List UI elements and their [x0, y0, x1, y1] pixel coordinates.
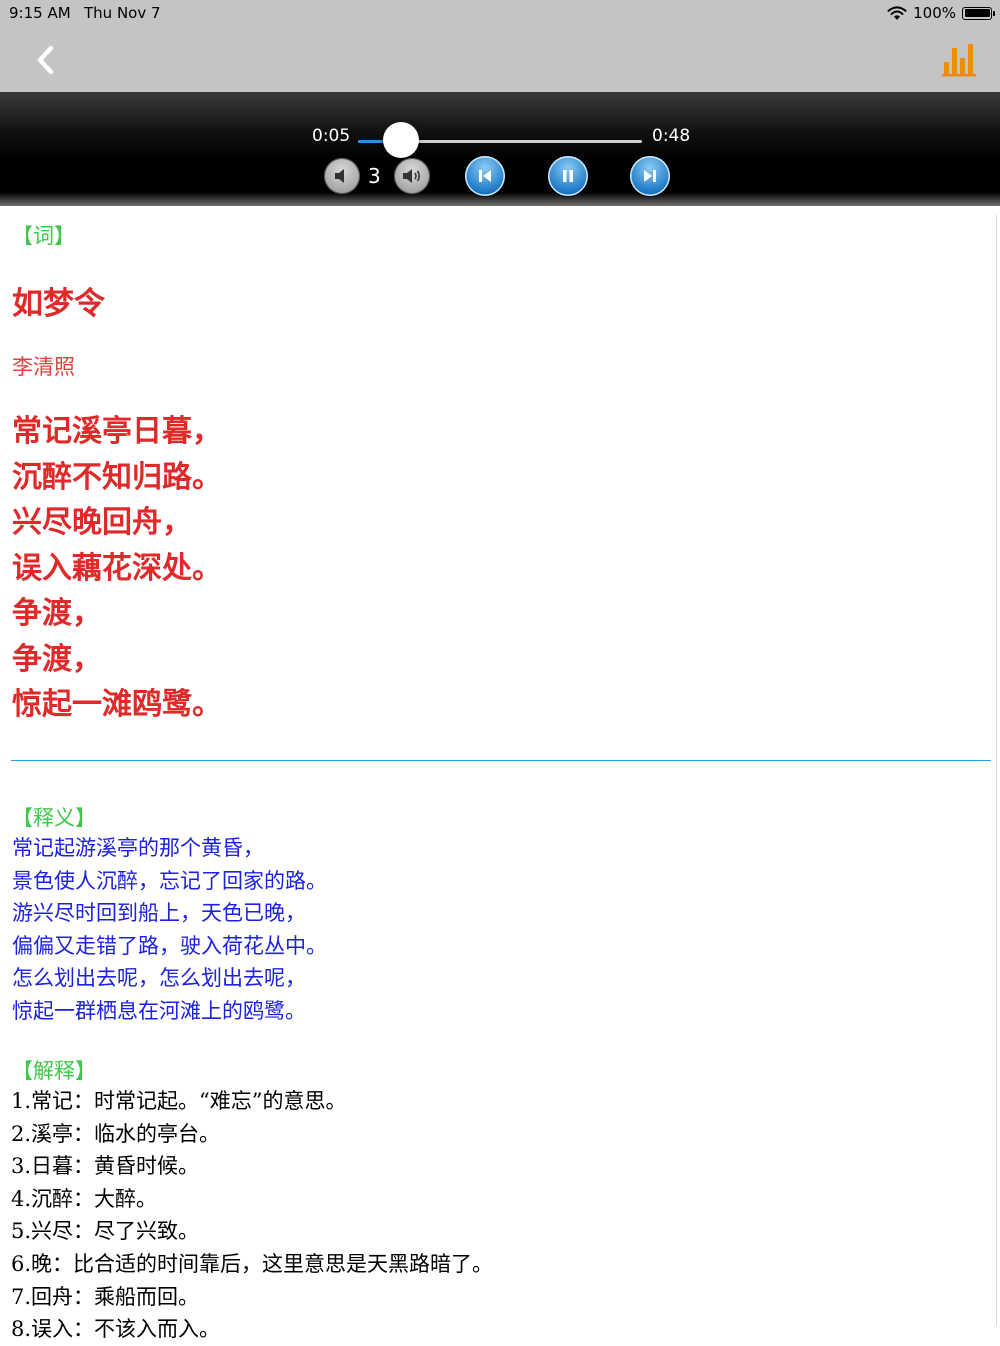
- chevron-left-icon: [37, 45, 54, 75]
- translation-line: 怎么划出去呢，怎么划出去呢，: [12, 966, 306, 991]
- pause-button[interactable]: [548, 156, 588, 196]
- translation-line: 景色使人沉醉，忘记了回家的路。: [12, 868, 327, 893]
- note-line: 7.回舟：乘船而回。: [11, 1284, 200, 1309]
- poem-author: 李清照: [12, 355, 75, 379]
- progress-slider-thumb[interactable]: [382, 122, 419, 158]
- note-line: 2.溪亭：临水的亭台。: [11, 1121, 221, 1146]
- translation-lines: 常记起游溪亭的那个黄昏， 景色使人沉醉，忘记了回家的路。 游兴尽时回到船上，天色…: [12, 832, 327, 1028]
- note-line: 6.晚：比合适的时间靠后，这里意思是天黑路暗了。: [11, 1251, 494, 1276]
- translation-section-label: 【释义】: [12, 806, 96, 830]
- stats-button[interactable]: [942, 40, 976, 78]
- poem-line: 误入藕花深处。: [12, 550, 222, 586]
- poem-lines: 常记溪亭日暮， 沉醉不知归路。 兴尽晚回舟， 误入藕花深处。 争渡， 争渡， 惊…: [12, 409, 222, 728]
- note-line: 1.常记：时常记起。“难忘”的意思。: [11, 1089, 347, 1113]
- notes-lines: 1.常记：时常记起。“难忘”的意思。 2.溪亭：临水的亭台。 3.日暮：黄昏时候…: [11, 1085, 493, 1346]
- translation-line: 偏偏又走错了路，驶入荷花丛中。: [12, 933, 327, 958]
- status-date: Thu Nov 7: [84, 4, 161, 22]
- note-line: 8.误入：不该入而入。: [11, 1317, 221, 1342]
- pause-icon: [563, 170, 573, 182]
- poem-line: 沉醉不知归路。: [12, 459, 222, 495]
- wifi-icon: [887, 5, 907, 20]
- battery-icon: [962, 6, 995, 20]
- poem-section-label: 【词】: [12, 224, 75, 248]
- poem-line: 争渡，: [12, 641, 102, 677]
- section-divider: [11, 760, 991, 761]
- total-time: 0:48: [652, 126, 691, 146]
- poem-line: 兴尽晚回舟，: [12, 505, 192, 540]
- skip-previous-icon: [479, 170, 491, 182]
- note-line: 4.沉醉：大醉。: [11, 1186, 158, 1211]
- volume-up-button[interactable]: [394, 158, 430, 194]
- skip-next-icon: [644, 170, 656, 182]
- battery-percent: 100%: [913, 4, 956, 22]
- previous-button[interactable]: [465, 156, 505, 196]
- translation-line: 常记起游溪亭的那个黄昏，: [12, 836, 264, 860]
- poem-line: 常记溪亭日暮，: [12, 414, 222, 449]
- note-line: 3.日暮：黄昏时候。: [11, 1154, 200, 1179]
- speaker-high-icon: [403, 169, 421, 183]
- current-time: 0:05: [312, 126, 351, 146]
- notes-section-label: 【解释】: [12, 1059, 96, 1083]
- bar-chart-icon: [942, 44, 976, 77]
- poem-line: 争渡，: [12, 596, 102, 631]
- translation-line: 惊起一群栖息在河滩上的鸥鹭。: [12, 998, 306, 1023]
- status-time: 9:15 AM: [9, 4, 71, 22]
- poem-title: 如梦令: [12, 286, 105, 322]
- speaker-low-icon: [335, 169, 344, 183]
- translation-line: 游兴尽时回到船上，天色已晚，: [12, 901, 306, 926]
- note-line: 5.兴尽：尽了兴致。: [11, 1219, 200, 1244]
- poem-line: 惊起一滩鸥鹭。: [12, 687, 222, 722]
- scrollbar[interactable]: [996, 215, 997, 1325]
- top-bar: 9:15 AM Thu Nov 7 100%: [0, 0, 1000, 92]
- back-button[interactable]: [28, 42, 62, 78]
- audio-player: 0:05 0:48 3: [0, 92, 1000, 206]
- volume-down-button[interactable]: [324, 158, 360, 194]
- status-indicators: 100%: [887, 3, 995, 23]
- next-button[interactable]: [630, 156, 670, 196]
- volume-level: 3: [368, 164, 381, 188]
- poem-content: 【词】 如梦令 李清照 常记溪亭日暮， 沉醉不知归路。 兴尽晚回舟， 误入藕花深…: [0, 206, 1000, 1341]
